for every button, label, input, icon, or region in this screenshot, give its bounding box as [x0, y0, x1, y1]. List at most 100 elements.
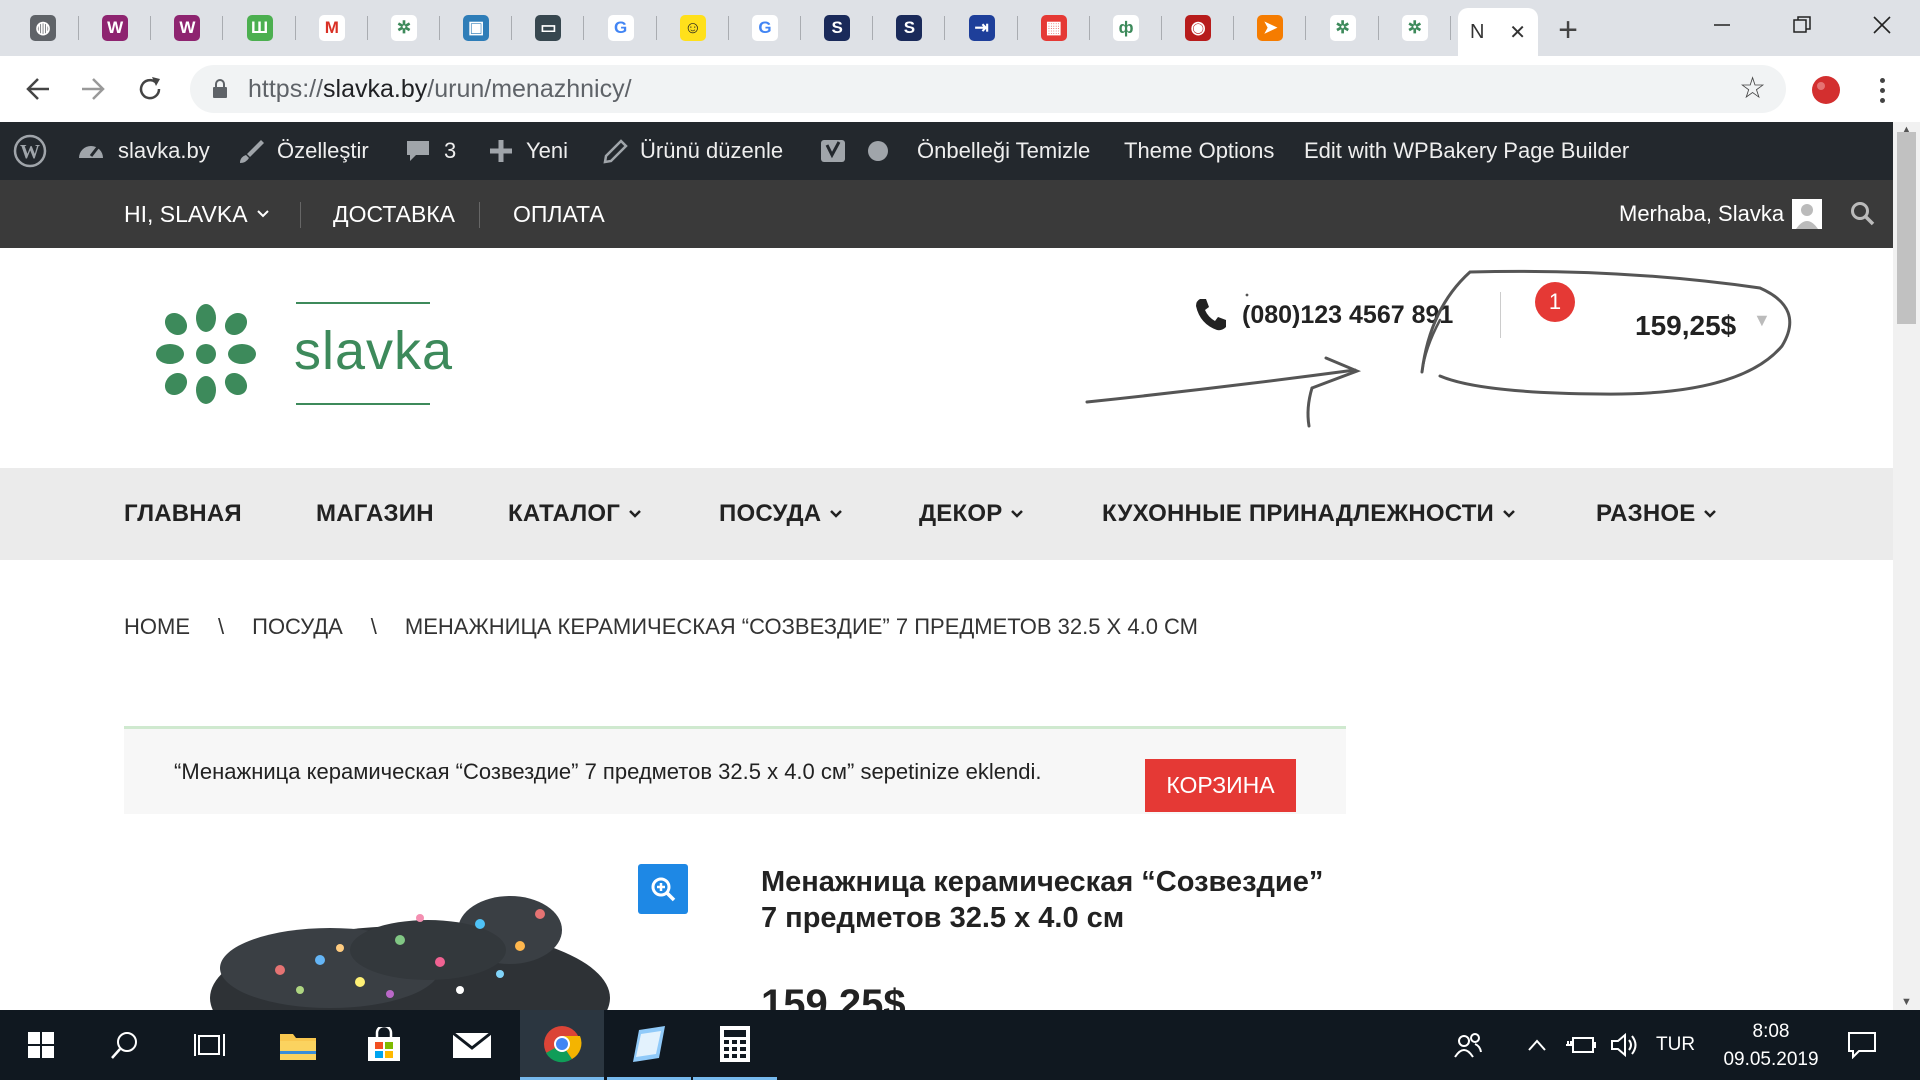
browser-tab[interactable]: ◍	[8, 9, 78, 47]
grid-favicon-icon: ▦	[1040, 15, 1067, 41]
menu-item-kitchen[interactable]: КУХОННЫЕ ПРИНАДЛЕЖНОСТИ	[1102, 468, 1516, 560]
tab-separator	[1161, 16, 1162, 40]
account-dropdown[interactable]: HI, SLAVKA	[124, 180, 270, 248]
yoast-icon	[821, 140, 845, 162]
restore-button[interactable]	[1762, 0, 1842, 50]
yoast-seo-button[interactable]	[818, 122, 848, 180]
hello-label: Merhaba, Slavka	[1619, 201, 1785, 226]
menu-label: КУХОННЫЕ ПРИНАДЛЕЖНОСТИ	[1102, 500, 1495, 527]
taskbar-file-explorer[interactable]	[263, 1010, 333, 1080]
brush-icon	[240, 140, 264, 163]
store-icon	[368, 1027, 400, 1061]
delivery-link[interactable]: ДОСТАВКА	[333, 180, 455, 248]
close-icon	[1873, 16, 1891, 34]
browser-tab[interactable]: ▦	[1019, 9, 1089, 47]
browser-tab[interactable]: M	[297, 9, 367, 47]
browser-tab[interactable]: ⇥	[947, 9, 1017, 47]
wp-wpbakery-link[interactable]: Edit with WPBakery Page Builder	[1304, 122, 1629, 180]
minimize-button[interactable]	[1682, 0, 1762, 50]
forward-button[interactable]	[72, 68, 114, 110]
taskbar-calculator[interactable]	[693, 1010, 777, 1080]
show-hidden-icons-button[interactable]	[1512, 1010, 1562, 1080]
browser-tab[interactable]: W	[80, 9, 150, 47]
browser-menu-button[interactable]	[1870, 72, 1894, 108]
volume-tray-button[interactable]	[1600, 1010, 1650, 1080]
tab-separator	[583, 16, 585, 40]
browser-tab[interactable]: W	[152, 9, 222, 47]
notice-message: “Менажница керамическая “Созвездие” 7 пр…	[174, 759, 1042, 784]
page-scrollbar[interactable]: ▲ ▼	[1893, 122, 1920, 1010]
task-view-button[interactable]	[175, 1010, 245, 1080]
menu-item-home[interactable]: ГЛАВНАЯ	[124, 468, 242, 560]
view-cart-button[interactable]: КОРЗИНА	[1145, 759, 1296, 812]
start-button[interactable]	[6, 1010, 76, 1080]
wp-account-link[interactable]: Merhaba, Slavka	[1619, 180, 1823, 248]
back-button[interactable]	[17, 68, 59, 110]
scroll-down-arrow-icon[interactable]: ▼	[1893, 994, 1920, 1010]
payment-link[interactable]: ОПЛАТА	[513, 180, 605, 248]
wp-new-link[interactable]: Yeni	[488, 122, 568, 180]
menu-label: РАЗНОЕ	[1596, 500, 1696, 527]
bookmark-star-icon[interactable]: ☆	[1739, 71, 1766, 106]
scrollbar-thumb[interactable]	[1897, 132, 1916, 324]
browser-tab[interactable]: G	[586, 9, 656, 47]
browser-tab[interactable]: ✲	[369, 9, 439, 47]
taskbar-store[interactable]	[349, 1010, 419, 1080]
taskbar-chrome[interactable]	[520, 1010, 604, 1080]
browser-tab[interactable]: ✲	[1380, 9, 1450, 47]
menu-item-shop[interactable]: МАГАЗИН	[316, 468, 434, 560]
browser-tab[interactable]: ➤	[1235, 9, 1305, 47]
browser-tab[interactable]: ф	[1091, 9, 1161, 47]
browser-tab[interactable]: ✲	[1308, 9, 1378, 47]
menu-label: ДЕКОР	[919, 500, 1003, 527]
wp-edit-product-link[interactable]: Ürünü düzenle	[602, 122, 783, 180]
taskbar-search-button[interactable]	[90, 1010, 160, 1080]
taskbar-mail[interactable]	[437, 1010, 507, 1080]
payment-label: ОПЛАТА	[513, 200, 605, 227]
kebab-menu-icon	[1879, 77, 1885, 83]
address-bar[interactable]: https://slavka.by/urun/menazhnicy/ ☆	[190, 65, 1786, 113]
breadcrumb-home[interactable]: HOME	[124, 614, 190, 640]
tab-separator	[78, 16, 79, 40]
wp-site-link[interactable]: slavka.by	[76, 122, 210, 180]
active-tab[interactable]: N ✕	[1458, 8, 1538, 56]
extension-button[interactable]	[1808, 72, 1844, 108]
wp-comments-link[interactable]: 3	[404, 122, 456, 180]
reload-button[interactable]	[129, 68, 171, 110]
menu-item-misc[interactable]: РАЗНОЕ	[1596, 468, 1717, 560]
action-center-button[interactable]	[1832, 1010, 1892, 1080]
taskbar-notepad[interactable]	[607, 1010, 691, 1080]
s-favicon-icon: S	[824, 15, 851, 41]
product-image[interactable]	[180, 890, 650, 1010]
wp-logo-button[interactable]: W	[12, 122, 48, 180]
close-tab-icon[interactable]: ✕	[1509, 20, 1526, 45]
input-language-indicator[interactable]: TUR	[1656, 1034, 1695, 1056]
clock[interactable]: 8:08 09.05.2019	[1716, 1018, 1826, 1074]
topbar-divider	[479, 202, 480, 228]
menu-item-decor[interactable]: ДЕКОР	[919, 468, 1024, 560]
people-button[interactable]	[1440, 1010, 1496, 1080]
browser-tab[interactable]: S	[802, 9, 872, 47]
browser-tab[interactable]: G	[730, 9, 800, 47]
menu-item-catalog[interactable]: КАТАЛОГ	[508, 468, 642, 560]
breadcrumb-category[interactable]: ПОСУДА	[252, 614, 343, 640]
browser-tab[interactable]: ☺	[658, 9, 728, 47]
wp-theme-options-link[interactable]: Theme Options	[1124, 122, 1274, 180]
wp-clear-cache-link[interactable]: Önbelleği Temizle	[917, 122, 1090, 180]
browser-tab[interactable]: ▣	[441, 9, 511, 47]
tab-separator	[1088, 16, 1090, 40]
browser-tab[interactable]: Ш	[225, 9, 295, 47]
wp-customize-link[interactable]: Özelleştir	[237, 122, 369, 180]
new-tab-button[interactable]: +	[1548, 10, 1588, 50]
browser-tab[interactable]: S	[874, 9, 944, 47]
browser-tab[interactable]: ◉	[1163, 9, 1233, 47]
menu-item-dishes[interactable]: ПОСУДА	[719, 468, 843, 560]
zoom-in-icon	[651, 877, 676, 902]
notepad-icon	[633, 1025, 665, 1062]
battery-tray-button[interactable]	[1556, 1010, 1606, 1080]
svg-text:W: W	[20, 141, 40, 163]
close-window-button[interactable]	[1842, 0, 1920, 50]
search-button[interactable]	[1850, 180, 1876, 248]
pencil-icon	[603, 139, 628, 164]
browser-tab[interactable]: ▭	[513, 9, 583, 47]
